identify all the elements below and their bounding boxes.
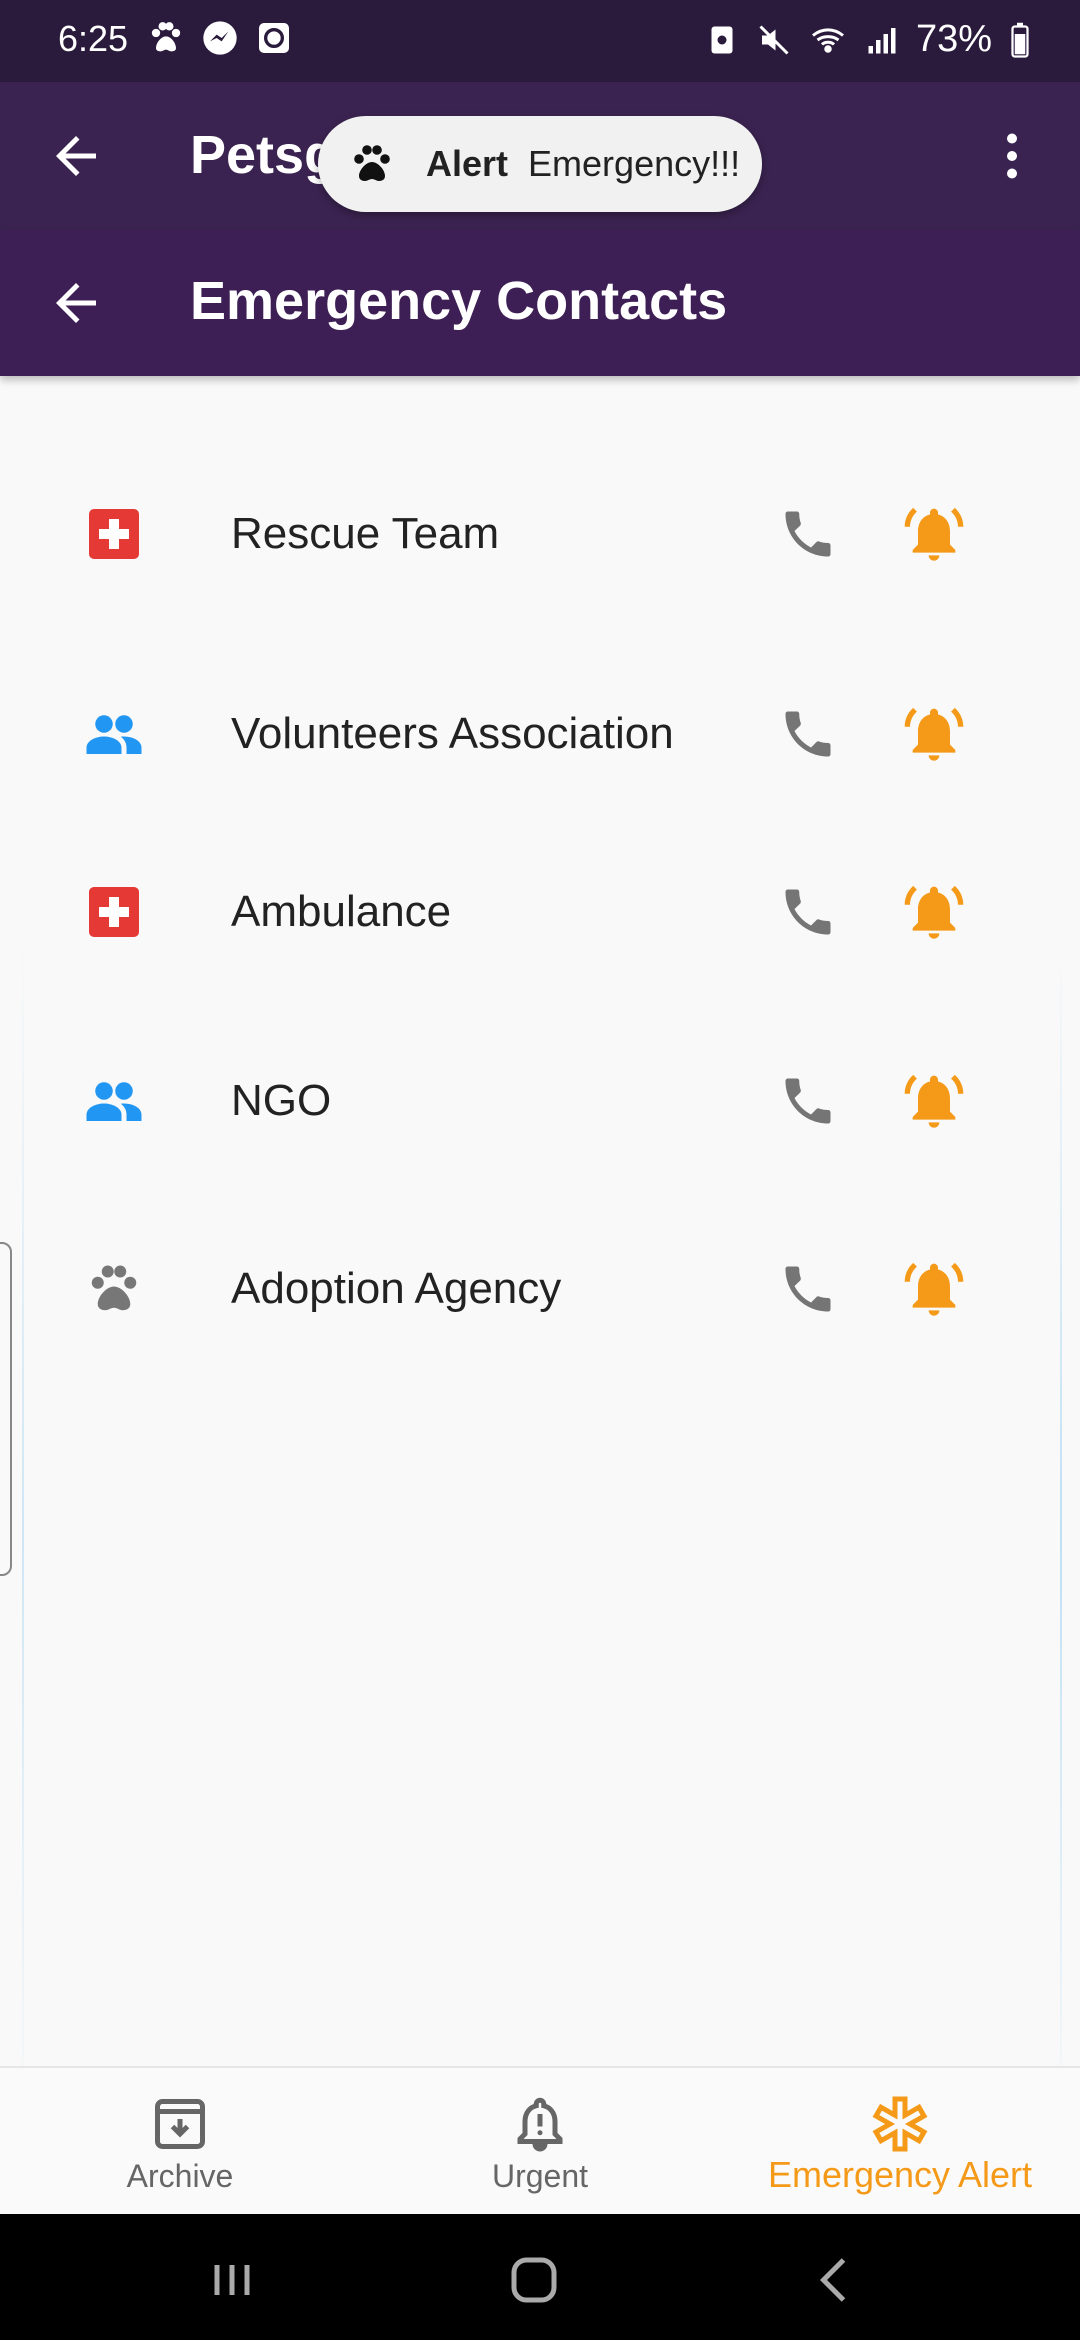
status-notification-icons — [146, 18, 294, 58]
alarm-bell-icon[interactable] — [902, 702, 966, 766]
wifi-icon — [811, 27, 844, 53]
back-arrow-icon[interactable] — [46, 273, 106, 333]
contact-row-ngo[interactable]: NGO — [0, 1021, 1080, 1181]
nav-label: Emergency Alert — [767, 2154, 1033, 2195]
sub-app-bar: Emergency Contacts — [0, 230, 1080, 376]
phone-icon[interactable] — [778, 704, 838, 764]
contact-name: NGO — [231, 1076, 332, 1125]
alarm-bell-icon[interactable] — [902, 1257, 966, 1321]
medical-cross-icon — [89, 509, 139, 559]
toast-message: Emergency!!! — [528, 143, 741, 184]
more-vert-icon[interactable] — [982, 126, 1042, 186]
archive-icon — [155, 2099, 205, 2149]
battery-level: 73% — [915, 18, 992, 60]
page-title: Emergency Contacts — [190, 271, 728, 331]
contact-row-volunteers-association[interactable]: Volunteers Association — [0, 644, 1080, 824]
back-icon[interactable] — [806, 2250, 866, 2310]
mute-icon — [759, 24, 789, 55]
notification-important-icon — [517, 2097, 563, 2152]
people-icon — [86, 715, 142, 754]
phone-icon[interactable] — [778, 504, 838, 564]
clock-app-icon — [259, 23, 289, 53]
battery-saver-icon — [711, 26, 733, 53]
signal-icon — [868, 27, 896, 53]
medical-cross-icon — [89, 887, 139, 937]
status-system-icons: 73% — [704, 18, 1032, 61]
nav-emergency-alert[interactable]: Emergency Alert — [720, 2068, 1080, 2216]
medical-star-icon — [872, 2096, 928, 2152]
contact-name: Adoption Agency — [231, 1264, 562, 1313]
people-icon — [86, 1082, 142, 1121]
contact-row-adoption-agency[interactable]: Adoption Agency — [0, 1209, 1080, 1369]
nav-label: Urgent — [491, 2158, 589, 2194]
battery-icon — [1011, 22, 1029, 58]
phone-icon[interactable] — [778, 882, 838, 942]
system-navigation-bar — [0, 2214, 1080, 2340]
status-time: 6:25 — [58, 18, 129, 59]
contact-name: Ambulance — [231, 887, 452, 936]
alarm-bell-icon[interactable] — [902, 1069, 966, 1133]
nav-urgent[interactable]: Urgent — [360, 2068, 720, 2216]
toast-title: Alert — [426, 143, 509, 184]
home-icon[interactable] — [504, 2250, 564, 2310]
paw-icon — [354, 145, 390, 181]
phone-icon[interactable] — [778, 1259, 838, 1319]
paw-notification-icon — [151, 22, 181, 52]
contact-row-rescue-team[interactable]: Rescue Team — [0, 454, 1080, 614]
nav-label: Archive — [126, 2158, 234, 2194]
contact-row-ambulance[interactable]: Ambulance — [0, 832, 1080, 992]
bottom-navigation: Archive Urgent Emergency Alert — [0, 2066, 1080, 2216]
status-bar: 6:25 73% — [0, 0, 1080, 82]
contact-name: Volunteers Association — [231, 709, 674, 758]
messenger-icon — [203, 21, 237, 55]
alert-toast: Alert Emergency!!! — [318, 116, 762, 212]
phone-icon[interactable] — [778, 1071, 838, 1131]
contact-name: Rescue Team — [231, 509, 500, 558]
contact-list-area: Rescue Team Volunteers Association Ambul… — [0, 376, 1080, 2136]
paw-icon — [91, 1265, 137, 1311]
alarm-bell-icon[interactable] — [902, 502, 966, 566]
recent-apps-icon[interactable] — [202, 2250, 262, 2310]
back-arrow-icon[interactable] — [46, 126, 106, 186]
alarm-bell-icon[interactable] — [902, 880, 966, 944]
nav-archive[interactable]: Archive — [0, 2068, 360, 2216]
app-title: Petsg — [190, 125, 338, 185]
